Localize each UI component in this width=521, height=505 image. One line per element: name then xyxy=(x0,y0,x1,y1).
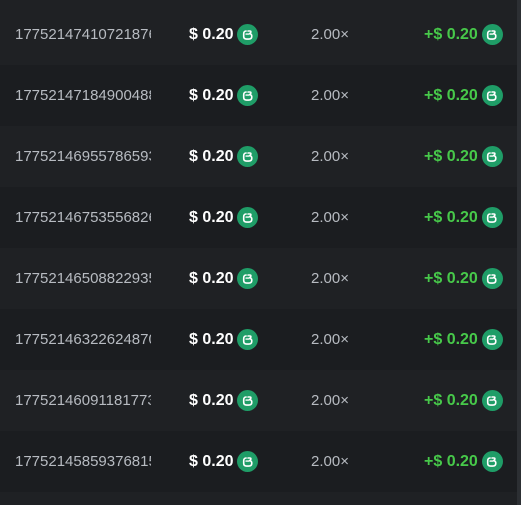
bet-amount-text: $ 0.20 xyxy=(189,391,234,409)
profit-amount-text: +$ 0.20 xyxy=(424,25,478,43)
bet-amount-text: $ 0.20 xyxy=(189,25,234,43)
profit-amount-text: +$ 0.20 xyxy=(424,330,478,348)
bc-coin-icon xyxy=(481,146,503,167)
bc-coin-icon xyxy=(481,207,503,228)
bc-coin-icon xyxy=(481,85,503,106)
profit-amount-text: +$ 0.20 xyxy=(424,147,478,165)
multiplier: 2.00× xyxy=(311,87,349,104)
bet-amount: $ 0.20 xyxy=(189,4,259,65)
table-row[interactable]: 177521463226248703 $ 0.20 2.00× +$ 0.20 xyxy=(0,309,521,370)
game-id[interactable]: 177521463226248703 xyxy=(15,309,151,370)
table-row[interactable]: 177521465088229354 $ 0.20 2.00× +$ 0.20 xyxy=(0,248,521,309)
bc-coin-icon xyxy=(237,329,259,350)
bc-coin-icon xyxy=(481,24,503,45)
profit-amount-text: +$ 0.20 xyxy=(424,208,478,226)
profit-amount: +$ 0.20 xyxy=(424,126,503,187)
bc-coin-icon xyxy=(481,390,503,411)
game-id[interactable]: 177521471849004886 xyxy=(15,65,151,126)
bet-amount: $ 0.20 xyxy=(189,431,259,492)
bc-coin-icon xyxy=(237,85,259,106)
bc-coin-icon xyxy=(237,207,259,228)
table-row[interactable]: 177521474107218767 $ 0.20 2.00× +$ 0.20 xyxy=(0,4,521,65)
bc-coin-icon xyxy=(481,329,503,350)
bet-amount-text: $ 0.20 xyxy=(189,86,234,104)
multiplier: 2.00× xyxy=(311,392,349,409)
bc-coin-icon xyxy=(237,24,259,45)
bet-amount: $ 0.20 xyxy=(189,65,259,126)
bc-coin-icon xyxy=(237,390,259,411)
bc-coin-icon xyxy=(237,146,259,167)
bet-amount-text: $ 0.20 xyxy=(189,452,234,470)
game-id[interactable]: 177521474107218767 xyxy=(15,4,151,65)
table-row[interactable]: 177521471849004886 $ 0.20 2.00× +$ 0.20 xyxy=(0,65,521,126)
bc-coin-icon xyxy=(237,268,259,289)
profit-amount: +$ 0.20 xyxy=(424,187,503,248)
bet-amount-text: $ 0.20 xyxy=(189,208,234,226)
profit-amount: +$ 0.20 xyxy=(424,309,503,370)
bet-amount: $ 0.20 xyxy=(189,187,259,248)
bet-amount-text: $ 0.20 xyxy=(189,330,234,348)
bet-amount: $ 0.20 xyxy=(189,309,259,370)
profit-amount: +$ 0.20 xyxy=(424,4,503,65)
table-row[interactable]: 177521469557865936 $ 0.20 2.00× +$ 0.20 xyxy=(0,126,521,187)
profit-amount: +$ 0.20 xyxy=(424,65,503,126)
bc-coin-icon xyxy=(481,268,503,289)
profit-amount: +$ 0.20 xyxy=(424,370,503,431)
bet-amount-text: $ 0.20 xyxy=(189,147,234,165)
profit-amount-text: +$ 0.20 xyxy=(424,86,478,104)
multiplier: 2.00× xyxy=(311,270,349,287)
bet-history-table: 177521474107218767 $ 0.20 2.00× +$ 0.20 … xyxy=(0,0,521,505)
bet-amount: $ 0.20 xyxy=(189,370,259,431)
profit-amount-text: +$ 0.20 xyxy=(424,452,478,470)
bc-coin-icon xyxy=(481,451,503,472)
table-row[interactable]: 177521460911817732 $ 0.20 2.00× +$ 0.20 xyxy=(0,370,521,431)
table-row[interactable]: 177521458593768154 $ 0.20 2.00× +$ 0.20 xyxy=(0,431,521,492)
game-id[interactable]: 177521469557865936 xyxy=(15,126,151,187)
multiplier: 2.00× xyxy=(311,209,349,226)
multiplier: 2.00× xyxy=(311,26,349,43)
multiplier: 2.00× xyxy=(311,453,349,470)
bet-amount-text: $ 0.20 xyxy=(189,269,234,287)
game-id[interactable]: 177521458593768154 xyxy=(15,431,151,492)
multiplier: 2.00× xyxy=(311,331,349,348)
profit-amount-text: +$ 0.20 xyxy=(424,391,478,409)
bc-coin-icon xyxy=(237,451,259,472)
game-id[interactable]: 177521465088229354 xyxy=(15,248,151,309)
profit-amount-text: +$ 0.20 xyxy=(424,269,478,287)
profit-amount: +$ 0.20 xyxy=(424,248,503,309)
scrollbar-track[interactable] xyxy=(517,0,521,505)
profit-amount: +$ 0.20 xyxy=(424,431,503,492)
game-id[interactable]: 177521460911817732 xyxy=(15,370,151,431)
multiplier: 2.00× xyxy=(311,148,349,165)
bet-amount: $ 0.20 xyxy=(189,126,259,187)
table-row[interactable]: 177521467535568265 $ 0.20 2.00× +$ 0.20 xyxy=(0,187,521,248)
game-id[interactable]: 177521467535568265 xyxy=(15,187,151,248)
bet-amount: $ 0.20 xyxy=(189,248,259,309)
